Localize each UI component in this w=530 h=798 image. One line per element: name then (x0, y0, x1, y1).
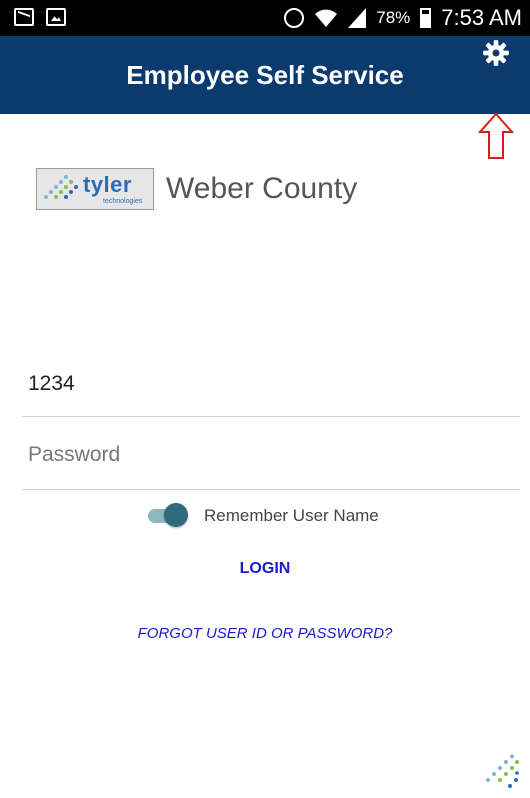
remember-user-name: Remember User Name (148, 502, 379, 530)
status-bar: 78% 7:53 AM (0, 0, 530, 36)
wifi-icon (315, 9, 338, 27)
login-button[interactable]: LOGIN (0, 560, 530, 578)
organization-name: Weber County (166, 172, 358, 205)
signal-icon (348, 8, 367, 28)
branding: tyler technologies Weber County (36, 168, 357, 210)
toggle-thumb (164, 503, 188, 527)
status-right: 78% 7:53 AM (284, 5, 522, 31)
password-field[interactable]: Password (22, 418, 520, 490)
gear-icon[interactable] (482, 39, 510, 67)
password-placeholder[interactable]: Password (28, 443, 120, 467)
battery-icon (420, 8, 432, 28)
user-id-field[interactable]: 1234 (22, 350, 520, 417)
remember-toggle[interactable] (148, 502, 188, 530)
remember-label: Remember User Name (204, 506, 379, 525)
up-arrow-icon (478, 112, 514, 159)
tyler-corner-logo-icon (486, 754, 519, 788)
tyler-logo-word: tyler (83, 172, 132, 197)
battery-percent: 78% (376, 8, 411, 27)
status-left (14, 8, 66, 26)
forgot-credentials-link[interactable]: FORGOT USER ID OR PASSWORD? (0, 625, 530, 642)
tyler-logo: tyler technologies (36, 168, 154, 210)
alarm-icon (284, 8, 305, 28)
tyler-dots-icon (44, 175, 78, 199)
tyler-logo-subtext: technologies (103, 198, 143, 205)
page-title: Employee Self Service (126, 60, 404, 90)
clock: 7:53 AM (441, 5, 522, 30)
app-bar: Employee Self Service (0, 36, 530, 114)
user-id-value[interactable]: 1234 (28, 372, 75, 396)
message-icon (14, 8, 34, 26)
image-icon (46, 8, 66, 26)
